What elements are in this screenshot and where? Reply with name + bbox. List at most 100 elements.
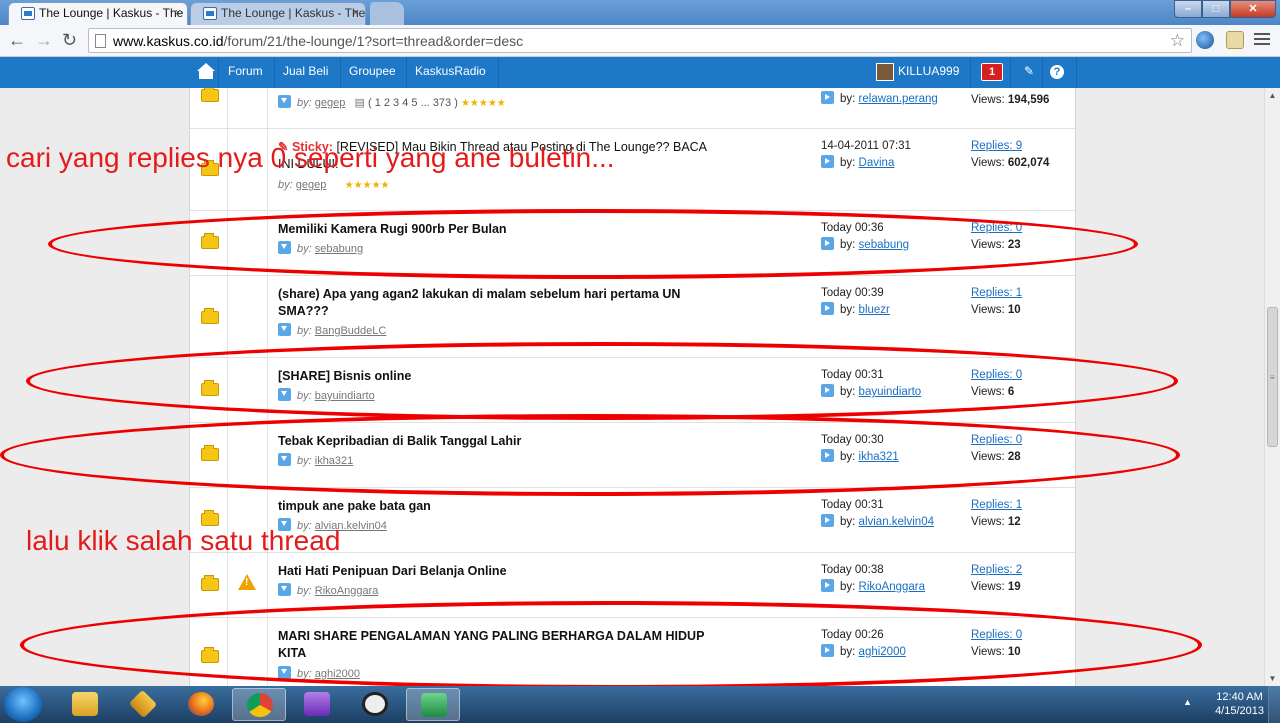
windows-taskbar: ▲ 12:40 AM 4/15/2013 [0,686,1280,723]
nav-kaskusradio[interactable]: KaskusRadio [407,57,494,88]
scroll-down-icon[interactable]: ▼ [1265,671,1280,686]
last-by-label: by: [840,157,856,169]
thread-author[interactable]: gegep [315,97,346,109]
annotation-ellipse [48,209,1138,279]
replies-link[interactable]: Replies: 2 [971,562,1022,579]
go-arrow-icon[interactable] [821,91,834,104]
last-post-time: Today 00:39 [821,287,884,299]
vertical-scrollbar[interactable]: ▲ ≡ ▼ [1264,88,1280,686]
chrome-icon [247,693,273,717]
go-arrow-icon[interactable] [821,302,834,315]
annotation-ellipse [26,342,1178,420]
browser-titlebar: The Lounge | Kaskus - The × The Lounge |… [0,0,1280,25]
thread-meta: by: gegep ▤ ( 1 2 3 4 5 ... 373 ) ★★★★★ [278,95,506,109]
thread-author[interactable]: gegep [296,179,327,191]
scroll-up-icon[interactable]: ▲ [1265,88,1280,103]
thread-stats: Replies: 2 Views: 19 [971,562,1022,596]
dropdown-chevron-icon[interactable] [278,583,291,596]
nav-groupee[interactable]: Groupee [341,57,404,88]
notification-badge[interactable]: 1 [981,63,1003,81]
taskbar-firefox[interactable] [174,688,228,721]
last-post-user[interactable]: relawan.perang [859,93,938,105]
address-bar[interactable]: www.kaskus.co.id/forum/21/the-lounge/1?s… [88,28,1192,53]
bookmark-star-icon[interactable]: ☆ [1170,31,1185,51]
start-button[interactable] [4,687,42,722]
extension-globe-icon[interactable] [1196,31,1214,49]
pencil-icon[interactable]: ✎ [1016,57,1040,88]
thread-stats: Replies: 9 Views: 602,074 [971,138,1049,172]
tab-the-lounge-2[interactable]: The Lounge | Kaskus - The × [190,2,366,25]
home-icon[interactable] [193,57,219,88]
tab-the-lounge-1[interactable]: The Lounge | Kaskus - The × [8,2,188,25]
taskbar-app[interactable] [290,688,344,721]
thread-title[interactable]: (share) Apa yang agan2 lakukan di malam … [278,286,708,320]
taskbar-paint[interactable] [406,688,460,721]
media-icon [362,692,388,716]
user-menu[interactable]: KILLUA999 [870,57,967,88]
chrome-menu-icon[interactable] [1254,33,1270,48]
thread-meta: by: RikoAnggara [278,583,378,597]
thread-author[interactable]: RikoAnggara [315,585,379,597]
dropdown-chevron-icon[interactable] [278,95,291,108]
system-clock[interactable]: 12:40 AM 4/15/2013 [1215,690,1264,718]
last-post-user[interactable]: bluezr [859,304,890,316]
taskbar-media[interactable] [348,688,402,721]
thread-title[interactable]: timpuk ane pake bata gan [278,498,708,515]
forum-content: by: gegep ▤ ( 1 2 3 4 5 ... 373 ) ★★★★★ … [0,88,1264,686]
taskbar-winamp[interactable] [116,688,170,721]
dropdown-chevron-icon[interactable] [278,323,291,336]
url-text[interactable]: www.kaskus.co.id/forum/21/the-lounge/1?s… [113,33,523,49]
go-arrow-icon[interactable] [821,514,834,527]
folder-icon [201,575,219,591]
help-icon[interactable]: ? [1050,65,1064,79]
url-host: www.kaskus.co.id [113,33,224,49]
extension-notes-icon[interactable] [1226,31,1244,49]
last-post-time: Today 00:38 [821,564,884,576]
bolt-icon [128,689,158,719]
scrollbar-thumb[interactable]: ≡ [1267,307,1278,447]
tray-expand-icon[interactable]: ▲ [1183,697,1192,707]
last-post: Today 00:39 by: bluezr [821,285,890,319]
last-post: Today 00:38 by: RikoAnggara [821,562,925,596]
go-arrow-icon[interactable] [821,579,834,592]
tab-label: The Lounge | Kaskus - The [221,6,366,20]
rating-stars: ★★★★★ [460,98,506,109]
forward-arrow-icon[interactable]: → [35,31,53,49]
annotation-instruction-2: lalu klik salah satu thread [26,525,341,556]
minimize-button[interactable]: – [1174,0,1202,18]
table-row[interactable]: by: gegep ▤ ( 1 2 3 4 5 ... 373 ) ★★★★★ … [190,88,1075,129]
show-desktop-button[interactable] [1268,686,1280,723]
last-post-user[interactable]: alvian.kelvin04 [859,516,934,528]
new-tab-button[interactable] [370,2,404,25]
taskbar-explorer[interactable] [58,688,112,721]
tab-close-icon[interactable]: × [353,3,359,24]
thread-author[interactable]: BangBuddeLC [315,325,387,337]
nav-jual-beli[interactable]: Jual Beli [275,57,336,88]
annotation-ellipse [20,601,1202,686]
reload-icon[interactable]: ↻ [62,31,77,49]
views-label: Views: [971,516,1005,528]
clock-date: 4/15/2013 [1215,705,1264,717]
go-arrow-icon[interactable] [821,155,834,168]
folder-icon [201,88,219,102]
tab-close-icon[interactable]: × [175,3,181,24]
by-label: by: [297,97,312,109]
url-path: /forum/21/the-lounge/1?sort=thread&order… [223,33,524,49]
firefox-icon [188,692,214,716]
paint-icon [421,693,447,717]
clock-time: 12:40 AM [1216,691,1263,703]
replies-link[interactable]: Replies: 1 [971,497,1022,514]
replies-link[interactable]: Replies: 1 [971,285,1022,302]
thread-stats: Views: 194,596 [971,92,1049,109]
nav-forum[interactable]: Forum [220,57,271,88]
thread-pages[interactable]: ( 1 2 3 4 5 ... 373 ) [368,97,458,109]
maximize-button[interactable]: □ [1202,0,1230,18]
taskbar-chrome[interactable] [232,688,286,721]
close-window-button[interactable]: ✕ [1230,0,1276,18]
back-arrow-icon[interactable]: ← [8,31,26,49]
replies-link[interactable]: Replies: 9 [971,138,1049,155]
thread-title[interactable]: Hati Hati Penipuan Dari Belanja Online [278,563,708,580]
last-post-user[interactable]: RikoAnggara [859,581,925,593]
last-post-user[interactable]: Davina [859,157,895,169]
kaskus-favicon-icon [21,7,35,20]
